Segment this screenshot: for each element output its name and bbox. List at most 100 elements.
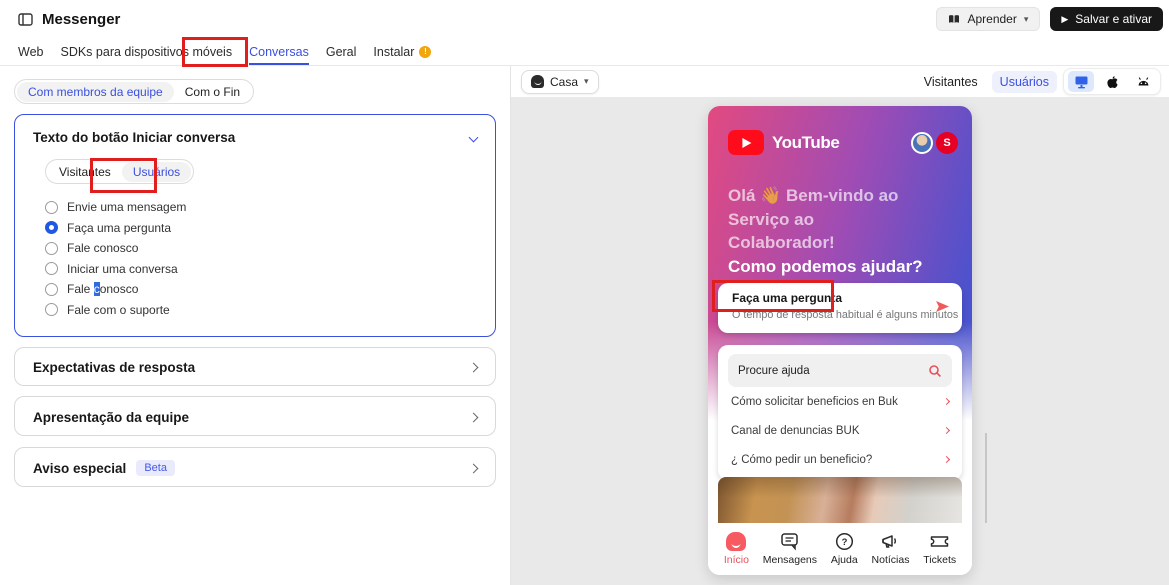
help-article-link[interactable]: Canal de denuncias BUK (728, 416, 952, 445)
save-activate-button[interactable]: ▶ Salvar e ativar (1050, 7, 1163, 31)
pill-visitantes[interactable]: Visitantes (48, 162, 122, 182)
radio-option[interactable]: Fale com o suporte (45, 300, 495, 321)
audience-type-switcher: Visitantes Usuários (45, 159, 194, 184)
preview-scrollbar[interactable] (985, 433, 987, 523)
nav-label: Tickets (923, 554, 956, 566)
radio-label: Faça uma pergunta (67, 221, 171, 235)
messenger-widget: YouTube S Olá 👋 Bem-vindo ao Serviço ao … (708, 106, 972, 575)
settings-tabbar: Web SDKs para dispositivos móveis Conver… (0, 38, 1169, 66)
help-icon: ? (835, 532, 854, 551)
pill-usuarios[interactable]: Usuários (122, 162, 191, 182)
svg-text:?: ? (841, 537, 847, 548)
messenger-settings-page: Messenger Aprender ▾ ▶ Salvar e ativar W… (0, 0, 1169, 585)
audience-switcher: Com membros da equipe Com o Fin (14, 79, 254, 104)
nav-mensagens[interactable]: Mensagens (763, 532, 817, 566)
radio-option[interactable]: Faça uma pergunta (45, 218, 495, 239)
preview-segment-usuarios[interactable]: Usuários (992, 71, 1057, 93)
accordion-title: Apresentação da equipe (33, 410, 189, 425)
radio-icon (45, 242, 58, 255)
radio-icon (45, 303, 58, 316)
widget-greeting: Olá 👋 Bem-vindo ao Serviço ao Colaborado… (728, 184, 956, 278)
help-article-link[interactable]: ¿ Cómo pedir un beneficio? (728, 445, 952, 474)
avatar-badge: S (936, 132, 958, 154)
search-icon (928, 364, 942, 378)
help-search-input[interactable]: Procure ajuda (728, 354, 952, 387)
chevron-right-icon (943, 427, 950, 434)
page-selector-dropdown[interactable]: Casa ▾ (521, 70, 599, 94)
greeting-line: Colaborador! (728, 231, 956, 255)
tab-geral[interactable]: Geral (326, 38, 357, 65)
accordion-team-intro[interactable]: Apresentação da equipe (14, 396, 496, 436)
tab-instalar-label: Instalar (373, 45, 414, 59)
accordion-start-conversation-header[interactable]: Texto do botão Iniciar conversa (15, 115, 495, 151)
chevron-right-icon (943, 456, 950, 463)
search-label: Procure ajuda (738, 365, 810, 377)
accordion-title: Texto do botão Iniciar conversa (33, 130, 235, 145)
response-time-text: O tempo de resposta habitual é alguns mi… (732, 309, 926, 321)
nav-label: Notícias (872, 554, 910, 566)
news-photo[interactable] (718, 477, 962, 523)
radio-icon (45, 283, 58, 296)
radio-label: Fale com o suporte (67, 303, 170, 317)
accordion-special-notice[interactable]: Aviso especial Beta (14, 447, 496, 487)
device-switcher (1063, 68, 1161, 95)
messenger-panel-icon (18, 13, 33, 26)
audience-team-pill[interactable]: Com membros da equipe (17, 82, 174, 102)
play-icon: ▶ (1061, 15, 1068, 24)
radio-selected-icon (45, 221, 58, 234)
radio-label: Iniciar uma conversa (67, 262, 178, 276)
start-conversation-card[interactable]: Faça uma pergunta O tempo de resposta ha… (718, 283, 962, 333)
chevron-down-icon: ▾ (1024, 14, 1029, 25)
book-icon (948, 14, 960, 24)
android-icon (1136, 75, 1151, 88)
tab-mobile-sdks[interactable]: SDKs para dispositivos móveis (60, 38, 232, 65)
radio-option[interactable]: Envie uma mensagem (45, 197, 495, 218)
help-article-label: ¿ Cómo pedir un beneficio? (731, 454, 872, 466)
preview-segment-visitantes[interactable]: Visitantes (916, 71, 986, 93)
preview-toolbar: Casa ▾ Visitantes Usuários (511, 66, 1169, 97)
tab-instalar[interactable]: Instalar ! (373, 38, 431, 65)
nav-noticias[interactable]: Notícias (872, 532, 910, 566)
radio-icon (45, 262, 58, 275)
widget-header: YouTube S (728, 130, 958, 155)
chevron-right-icon (943, 398, 950, 405)
nav-ajuda[interactable]: ? Ajuda (831, 532, 858, 566)
radio-label: Envie uma mensagem (67, 200, 186, 214)
ticket-icon (929, 532, 950, 551)
messages-icon (780, 532, 800, 551)
ios-preview-button[interactable] (1099, 71, 1125, 92)
accordion-start-conversation: Texto do botão Iniciar conversa Visitant… (14, 114, 496, 337)
accordion-title: Expectativas de resposta (33, 360, 195, 375)
learn-button[interactable]: Aprender ▾ (936, 7, 1040, 31)
chevron-right-icon (469, 463, 479, 473)
messenger-preview-panel: Casa ▾ Visitantes Usuários (510, 66, 1169, 585)
start-conversation-label: Faça uma pergunta (732, 291, 926, 305)
page-title: Messenger (42, 11, 120, 28)
radio-option[interactable]: Fale conosco (45, 279, 495, 300)
chevron-right-icon (469, 412, 479, 422)
nav-inicio[interactable]: Início (724, 532, 749, 566)
radio-option[interactable]: Fale conosco (45, 238, 495, 259)
audience-fin-pill[interactable]: Com o Fin (174, 82, 251, 102)
android-preview-button[interactable] (1130, 71, 1156, 92)
widget-bottom-nav: Início Mensagens ? Ajuda Notícias Ticket… (708, 523, 972, 575)
tab-conversas[interactable]: Conversas (249, 38, 309, 65)
desktop-preview-button[interactable] (1068, 71, 1094, 92)
radio-icon (45, 201, 58, 214)
help-search-card: Procure ajuda Cómo solicitar beneficios … (718, 345, 962, 480)
youtube-logo-icon (728, 130, 764, 155)
tab-web[interactable]: Web (18, 38, 43, 65)
help-article-label: Canal de denuncias BUK (731, 425, 860, 437)
greeting-line: Serviço ao (728, 208, 956, 232)
chevron-down-icon: ▾ (584, 76, 589, 87)
teammate-avatar (911, 132, 933, 154)
home-icon (531, 75, 544, 88)
accordion-response-expectations[interactable]: Expectativas de resposta (14, 347, 496, 386)
radio-option[interactable]: Iniciar uma conversa (45, 259, 495, 280)
brand-name: YouTube (772, 133, 839, 153)
nav-label: Ajuda (831, 554, 858, 566)
nav-label: Início (724, 554, 749, 566)
help-article-link[interactable]: Cómo solicitar beneficios en Buk (728, 387, 952, 416)
apple-icon (1106, 75, 1119, 89)
nav-tickets[interactable]: Tickets (923, 532, 956, 566)
